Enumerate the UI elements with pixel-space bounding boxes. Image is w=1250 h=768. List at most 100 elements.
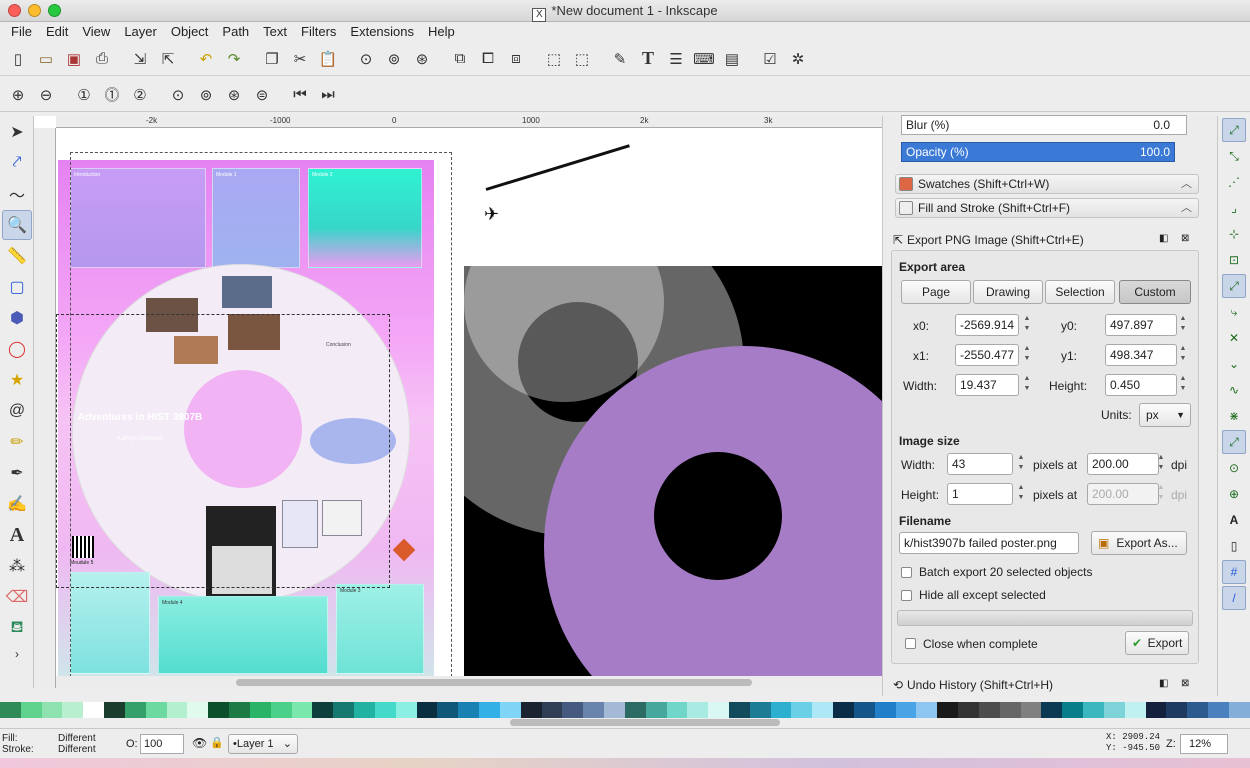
palette-swatch[interactable] — [978, 702, 1000, 718]
width-field[interactable]: 19.437 — [955, 374, 1019, 396]
palette-swatch[interactable] — [583, 702, 605, 718]
zoom-next-icon[interactable]: ⏭ — [316, 83, 340, 107]
snap-nodes-icon[interactable]: ⤢ — [1222, 274, 1246, 298]
palette-swatch[interactable] — [20, 702, 42, 718]
zoom-width-icon[interactable]: ⊜ — [250, 83, 274, 107]
snap-smooth-icon[interactable]: ∿ — [1222, 378, 1246, 402]
horizontal-scrollbar[interactable] — [56, 676, 882, 688]
color-palette[interactable] — [0, 702, 1250, 718]
palette-swatch[interactable] — [708, 702, 729, 718]
img-height-field[interactable]: 1 — [947, 483, 1013, 505]
width-spinner-icon[interactable]: ▲ ▼ — [1021, 374, 1033, 396]
palette-swatch[interactable] — [624, 702, 646, 718]
expand-toolbox-icon[interactable]: › — [2, 644, 32, 664]
palette-swatch[interactable] — [395, 702, 417, 718]
palette-swatch[interactable] — [333, 702, 355, 718]
snap-midpoint-icon[interactable]: ⋇ — [1222, 404, 1246, 428]
menu-extensions[interactable]: Extensions — [343, 22, 421, 42]
img-width-field[interactable]: 43 — [947, 453, 1013, 475]
calligraphy-tool-icon[interactable]: ✍ — [2, 489, 32, 519]
spray-tool-icon[interactable]: ⁂ — [2, 551, 32, 581]
close-when-complete-checkbox[interactable] — [905, 638, 916, 649]
palette-swatch[interactable] — [229, 702, 250, 718]
zoom-in-icon[interactable]: ⊕ — [6, 83, 30, 107]
snap-path-icon[interactable]: ⤷ — [1222, 300, 1246, 324]
palette-swatch[interactable] — [1083, 702, 1104, 718]
selector-tool-icon[interactable]: ➤ — [2, 117, 32, 147]
dock-float-icon-2[interactable]: ◧ — [1159, 678, 1168, 689]
horizontal-scroll-thumb[interactable] — [236, 679, 752, 686]
rectangle-tool-icon[interactable]: ▢ — [2, 272, 32, 302]
palette-swatch[interactable] — [1208, 702, 1229, 718]
dpi-field[interactable]: 200.00 — [1087, 453, 1159, 475]
zoom-selection-icon[interactable]: ⊙ — [354, 47, 378, 71]
palette-swatch[interactable] — [437, 702, 459, 718]
palette-swatch[interactable] — [1166, 702, 1188, 718]
layers-icon[interactable]: ☰ — [664, 47, 688, 71]
drawing[interactable]: Introduction Module 1 Module 2 Adventure… — [56, 128, 882, 676]
palette-swatch[interactable] — [166, 702, 188, 718]
export-as-button[interactable]: ▣ Export As... — [1091, 531, 1187, 555]
pencil-tool-icon[interactable]: ✏ — [2, 427, 32, 457]
height-field[interactable]: 0.450 — [1105, 374, 1177, 396]
document-properties-icon[interactable]: ☑ — [758, 47, 782, 71]
palette-swatch[interactable] — [1145, 702, 1167, 718]
y0-spinner-icon[interactable]: ▲ ▼ — [1177, 314, 1189, 336]
height-spinner-icon[interactable]: ▲ ▼ — [1177, 374, 1189, 396]
blur-field[interactable]: Blur (%) 0.0 — [901, 115, 1187, 135]
palette-swatch[interactable] — [853, 702, 875, 718]
palette-swatch[interactable] — [270, 702, 292, 718]
paste-icon[interactable]: 📋 — [316, 47, 340, 71]
duplicate-icon[interactable]: ⧉ — [448, 47, 472, 71]
menu-text[interactable]: Text — [256, 22, 294, 42]
export-icon[interactable]: ⇱ — [156, 47, 180, 71]
palette-swatch[interactable] — [1124, 702, 1146, 718]
palette-swatch[interactable] — [1103, 702, 1125, 718]
x1-spinner-icon[interactable]: ▲ ▼ — [1021, 344, 1033, 366]
text-tool-icon[interactable]: A — [2, 520, 32, 550]
menu-edit[interactable]: Edit — [39, 22, 75, 42]
snap-enable-icon[interactable]: ⤢ — [1222, 118, 1246, 142]
palette-swatch[interactable] — [0, 702, 21, 718]
palette-swatch[interactable] — [895, 702, 917, 718]
zoom-drawing-2-icon[interactable]: ⊚ — [194, 83, 218, 107]
fill-stroke-icon[interactable]: ✎ — [608, 47, 632, 71]
palette-swatch[interactable] — [520, 702, 542, 718]
snap-intersection-icon[interactable]: ✕ — [1222, 326, 1246, 350]
spiral-tool-icon[interactable]: @ — [2, 396, 32, 426]
palette-swatch[interactable] — [354, 702, 375, 718]
palette-swatch[interactable] — [728, 702, 750, 718]
zoom-selection-2-icon[interactable]: ⊙ — [166, 83, 190, 107]
preferences-icon[interactable]: ✲ — [786, 47, 810, 71]
eye-icon[interactable]: 👁 — [192, 736, 207, 750]
clone-icon[interactable]: ⧠ — [476, 47, 500, 71]
zoom-out-icon[interactable]: ⊖ — [34, 83, 58, 107]
align-icon[interactable]: ▤ — [720, 47, 744, 71]
x1-field[interactable]: -2550.477 — [955, 344, 1019, 366]
palette-swatch[interactable] — [249, 702, 271, 718]
batch-export-checkbox[interactable] — [901, 567, 912, 578]
palette-swatch[interactable] — [104, 702, 125, 718]
chevron-up-icon[interactable]: ︿ — [1181, 199, 1192, 217]
group-icon[interactable]: ⬚ — [542, 47, 566, 71]
export-button[interactable]: ✔ Export — [1125, 631, 1189, 655]
ungroup-icon[interactable]: ⬚ — [570, 47, 594, 71]
new-icon[interactable]: ▯ — [6, 47, 30, 71]
palette-swatch[interactable] — [666, 702, 688, 718]
print-icon[interactable]: ⎙ — [90, 47, 114, 71]
opacity-field[interactable]: Opacity (%) 100.0 — [901, 142, 1175, 162]
import-icon[interactable]: ⇲ — [128, 47, 152, 71]
palette-swatch[interactable] — [1228, 702, 1250, 718]
palette-swatch[interactable] — [374, 702, 396, 718]
lock-icon[interactable]: 🔒 — [210, 736, 224, 749]
stroke-value[interactable]: Different — [58, 744, 96, 755]
palette-swatch[interactable] — [874, 702, 896, 718]
palette-swatch[interactable] — [291, 702, 313, 718]
palette-swatch[interactable] — [1020, 702, 1042, 718]
ellipse-tool-icon[interactable]: ◯ — [2, 334, 32, 364]
palette-swatch[interactable] — [124, 702, 146, 718]
x0-spinner-icon[interactable]: ▲ ▼ — [1021, 314, 1033, 336]
palette-swatch[interactable] — [833, 702, 854, 718]
palette-scrollbar[interactable] — [0, 718, 1250, 728]
snap-bbox-icon[interactable]: ⤡ — [1222, 144, 1246, 168]
